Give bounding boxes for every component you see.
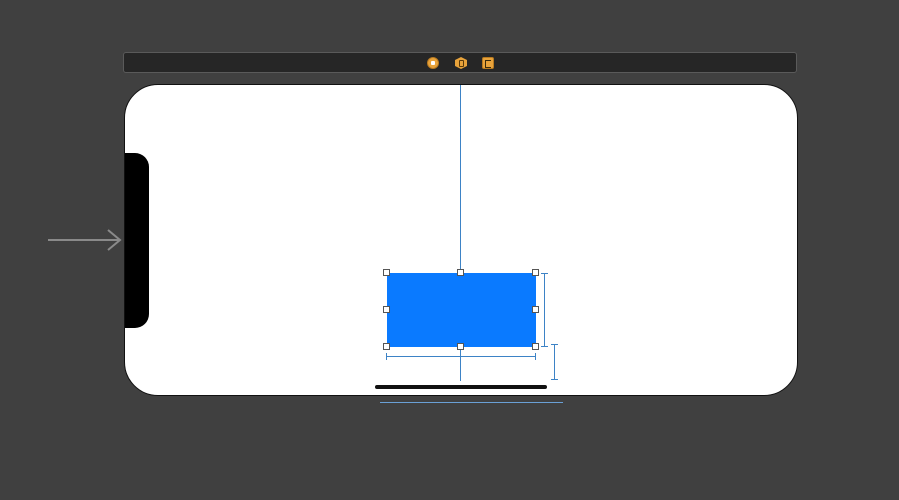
- resize-handle-middle-right[interactable]: [532, 306, 539, 313]
- device-notch: [125, 153, 149, 328]
- bottom-spacing-constraint[interactable]: [551, 344, 558, 380]
- home-indicator: [375, 385, 547, 389]
- exit-icon[interactable]: [482, 57, 494, 69]
- blue-view[interactable]: [387, 273, 536, 347]
- safe-area-guide: [380, 402, 563, 403]
- width-constraint[interactable]: [386, 353, 536, 360]
- scene-dock[interactable]: [123, 52, 797, 73]
- resize-handle-bottom-center[interactable]: [457, 343, 464, 350]
- resize-handle-bottom-left[interactable]: [383, 343, 390, 350]
- first-responder-icon[interactable]: [455, 57, 467, 69]
- storyboard-canvas[interactable]: [0, 0, 899, 500]
- storyboard-entry-arrow-icon[interactable]: [48, 228, 124, 252]
- resize-handle-top-center[interactable]: [457, 269, 464, 276]
- resize-handle-top-right[interactable]: [532, 269, 539, 276]
- height-constraint[interactable]: [541, 273, 548, 347]
- resize-handle-bottom-right[interactable]: [532, 343, 539, 350]
- scene-device-frame[interactable]: [124, 84, 798, 396]
- view-controller-icon[interactable]: [427, 57, 439, 69]
- resize-handle-top-left[interactable]: [383, 269, 390, 276]
- resize-handle-middle-left[interactable]: [383, 306, 390, 313]
